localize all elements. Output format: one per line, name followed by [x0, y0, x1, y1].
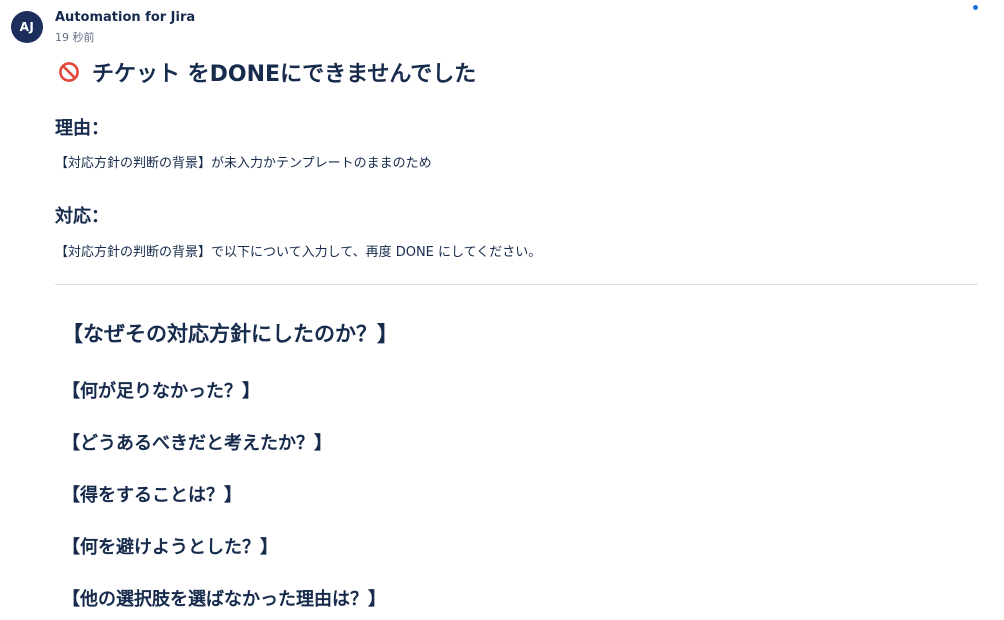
headline-text: チケット をDONEにできませんでした	[92, 62, 477, 87]
template-question: 【得をすることは？】	[62, 485, 242, 506]
template-title: 【なぜその対応方針にしたのか？】	[62, 322, 398, 346]
action-heading: 対応：	[55, 206, 109, 227]
template-question: 【どうあるべきだと考えたか？】	[62, 433, 332, 454]
template-question: 【何を避けようとした？】	[62, 537, 278, 558]
template-question: 【他の選択肢を選ばなかった理由は？】	[62, 589, 386, 610]
comment-headline: チケット をDONEにできませんでした	[58, 56, 476, 88]
template-question: 【何が足りなかった？】	[62, 381, 260, 402]
avatar[interactable]: AJ	[11, 11, 43, 43]
comment-timestamp: 19 秒前	[55, 31, 95, 44]
unread-indicator	[973, 5, 978, 10]
reason-heading: 理由：	[55, 118, 109, 139]
divider	[55, 284, 978, 285]
reason-text: 【対応方針の判断の背景】が未入力かテンプレートのままのため	[55, 156, 432, 171]
prohibited-icon	[59, 62, 79, 82]
action-text: 【対応方針の判断の背景】で以下について入力して、再度 DONE にしてください。	[55, 245, 542, 260]
author-name[interactable]: Automation for Jira	[55, 10, 195, 25]
